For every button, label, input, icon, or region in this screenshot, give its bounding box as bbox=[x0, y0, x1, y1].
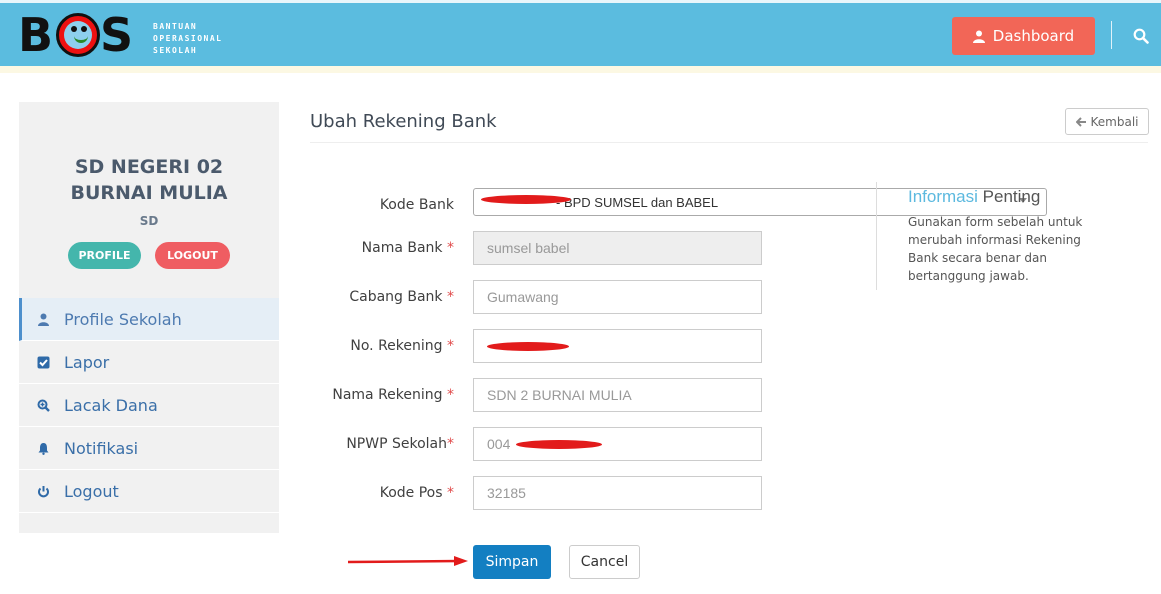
sidebar-item-label: Lapor bbox=[64, 352, 110, 372]
redaction-mark bbox=[481, 195, 571, 204]
redaction-mark bbox=[487, 342, 569, 351]
title-divider bbox=[310, 142, 1148, 143]
info-title-part1: Informasi bbox=[908, 187, 978, 206]
field-value: sumsel babel bbox=[487, 240, 570, 256]
label-text: Nama Bank bbox=[361, 240, 443, 256]
required-mark: * bbox=[447, 289, 454, 305]
check-square-icon bbox=[37, 356, 50, 368]
label-text: Kode Bank bbox=[379, 197, 454, 213]
sidebar-item-label: Profile Sekolah bbox=[64, 309, 182, 329]
school-name: SD NEGERI 02 BURNAI MULIA bbox=[70, 156, 228, 204]
kode-bank-value: - BPD SUMSEL dan BABEL bbox=[556, 194, 719, 210]
save-button[interactable]: Simpan bbox=[473, 545, 551, 579]
kode-pos-field[interactable]: 32185 bbox=[473, 476, 762, 510]
arrow-left-icon bbox=[1075, 116, 1086, 127]
nama-rekening-label: Nama Rekening * bbox=[254, 387, 454, 403]
page-title: Ubah Rekening Bank bbox=[310, 111, 497, 132]
user-icon bbox=[972, 30, 985, 43]
sidebar-item-profile-sekolah[interactable]: Profile Sekolah bbox=[19, 298, 279, 341]
required-mark: * bbox=[447, 387, 454, 403]
no-rekening-label: No. Rekening * bbox=[254, 338, 454, 354]
sidebar-item-logout[interactable]: Logout bbox=[19, 470, 279, 513]
sidebar-item-label: Notifikasi bbox=[64, 438, 139, 458]
logo-tagline-line-3: SEKOLAH bbox=[153, 46, 198, 55]
bell-icon bbox=[38, 442, 49, 455]
kode-pos-label: Kode Pos * bbox=[254, 485, 454, 501]
field-value: 32185 bbox=[487, 485, 526, 501]
dashboard-label: Dashboard bbox=[992, 27, 1075, 45]
logo-tagline-line-1: BANTUAN bbox=[153, 22, 198, 31]
logout-pill-button[interactable]: LOGOUT bbox=[155, 242, 230, 269]
back-button[interactable]: Kembali bbox=[1065, 108, 1149, 135]
label-text: Cabang Bank bbox=[349, 289, 443, 305]
user-icon bbox=[38, 313, 49, 326]
label-text: Nama Rekening bbox=[332, 387, 443, 403]
sidebar-menu: Profile Sekolah Lapor Lacak Dana Notifik… bbox=[19, 298, 279, 513]
info-title-part2: Penting bbox=[982, 187, 1041, 206]
cabang-bank-label: Cabang Bank * bbox=[254, 289, 454, 305]
search-icon[interactable] bbox=[1133, 28, 1149, 44]
nama-rekening-field[interactable]: SDN 2 BURNAI MULIA bbox=[473, 378, 762, 412]
logo-face-icon bbox=[56, 13, 100, 57]
sidebar: SD NEGERI 02 BURNAI MULIA SD PROFILE LOG… bbox=[19, 102, 279, 533]
top-header: B S BANTUAN OPERASIONAL SEKOLAH Dashboar… bbox=[0, 0, 1161, 66]
profile-button[interactable]: PROFILE bbox=[68, 242, 141, 269]
sidebar-item-notifikasi[interactable]: Notifikasi bbox=[19, 427, 279, 470]
header-divider bbox=[1111, 21, 1112, 49]
sidebar-item-lacak-dana[interactable]: Lacak Dana bbox=[19, 384, 279, 427]
required-mark: * bbox=[447, 485, 454, 501]
cabang-bank-field[interactable]: Gumawang bbox=[473, 280, 762, 314]
logo-tagline-line-2: OPERASIONAL bbox=[153, 34, 223, 43]
power-icon bbox=[38, 485, 49, 497]
required-mark: * bbox=[447, 338, 454, 354]
cancel-button[interactable]: Cancel bbox=[569, 545, 640, 579]
info-text: Gunakan form sebelah untuk merubah infor… bbox=[908, 215, 1083, 283]
logo-letter-b: B bbox=[18, 8, 53, 62]
label-text: Kode Pos bbox=[379, 485, 443, 501]
bos-logo[interactable]: B S BANTUAN OPERASIONAL SEKOLAH bbox=[18, 8, 228, 63]
required-mark: * bbox=[447, 436, 454, 452]
logo-letter-s: S bbox=[100, 8, 134, 62]
kode-bank-label: Kode Bank bbox=[254, 197, 454, 213]
sidebar-item-label: Logout bbox=[64, 481, 119, 501]
header-accent-strip bbox=[0, 66, 1161, 73]
logo-tagline: BANTUAN OPERASIONAL SEKOLAH bbox=[153, 21, 222, 57]
npwp-label: NPWP Sekolah* bbox=[254, 436, 454, 452]
dashboard-button[interactable]: Dashboard bbox=[952, 17, 1095, 55]
zoom-in-icon bbox=[37, 399, 50, 412]
sidebar-item-label: Lacak Dana bbox=[64, 395, 158, 415]
school-level: SD bbox=[139, 214, 159, 228]
annotation-arrow bbox=[347, 556, 468, 566]
label-text: NPWP Sekolah bbox=[346, 436, 447, 452]
redaction-mark bbox=[516, 440, 602, 449]
field-value: 004 bbox=[487, 436, 511, 452]
sidebar-item-lapor[interactable]: Lapor bbox=[19, 341, 279, 384]
nama-bank-label: Nama Bank * bbox=[254, 240, 454, 256]
label-text: No. Rekening bbox=[350, 338, 443, 354]
back-button-label: Kembali bbox=[1090, 114, 1139, 129]
field-value: SDN 2 BURNAI MULIA bbox=[487, 387, 632, 403]
info-panel: Informasi Penting Gunakan form sebelah u… bbox=[876, 182, 1106, 290]
required-mark: * bbox=[447, 240, 454, 256]
nama-bank-field[interactable]: sumsel babel bbox=[473, 231, 762, 265]
info-title: Informasi Penting bbox=[908, 187, 1106, 207]
field-value: Gumawang bbox=[487, 289, 559, 305]
